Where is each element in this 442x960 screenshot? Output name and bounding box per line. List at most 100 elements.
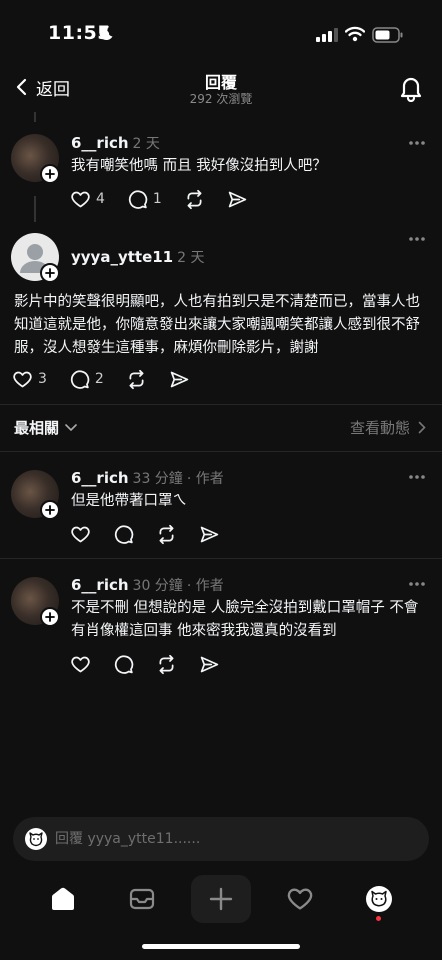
- view-activity-label: 查看動態: [349, 419, 410, 437]
- comment-icon: [128, 189, 148, 209]
- timestamp: 2 天: [177, 250, 205, 266]
- username[interactable]: 6__rich: [71, 134, 129, 152]
- comment-icon: [70, 369, 90, 389]
- share-button[interactable]: [169, 369, 190, 390]
- repost-icon: [159, 524, 174, 544]
- more-icon[interactable]: [408, 140, 426, 146]
- reply-count: 2: [94, 371, 104, 387]
- timestamp: 33 分鐘: [132, 471, 183, 487]
- bell-icon[interactable]: [398, 74, 424, 102]
- post-actions: 3 2: [12, 367, 212, 391]
- username[interactable]: yyya_ytte11: [71, 248, 173, 266]
- like-button[interactable]: [70, 524, 91, 545]
- follow-badge[interactable]: [40, 500, 60, 520]
- signal-icon: [316, 28, 338, 42]
- repost-button[interactable]: [184, 189, 205, 210]
- heart-icon: [71, 656, 90, 672]
- username[interactable]: 6__rich: [71, 469, 129, 487]
- share-button[interactable]: [199, 524, 220, 545]
- chevron-down-icon: [65, 423, 77, 431]
- share-button[interactable]: [199, 654, 220, 675]
- post[interactable]: 6__rich 2 天 我有嘲笑他嗎 而且 我好像沒拍到人吧？ 4 1: [0, 122, 442, 218]
- more-icon[interactable]: [408, 474, 426, 480]
- send-icon: [200, 526, 219, 542]
- author-badge: · 作者: [186, 578, 224, 594]
- like-button[interactable]: [70, 654, 91, 675]
- plus-icon: [45, 505, 55, 515]
- reply-bar[interactable]: [13, 817, 429, 861]
- plus-icon: [209, 887, 233, 911]
- sort-row: 最相關 查看動態: [0, 414, 442, 442]
- comment-button[interactable]: [113, 654, 134, 675]
- more-icon[interactable]: [408, 236, 426, 242]
- chevron-right-icon: [418, 421, 426, 434]
- post-text: 我有嘲笑他嗎 而且 我好像沒拍到人吧？: [71, 158, 327, 174]
- notification-dot: [376, 916, 381, 921]
- view-activity-link[interactable]: 查看動態: [350, 417, 426, 438]
- comment-button[interactable]: 2: [69, 369, 104, 390]
- nav-create[interactable]: [191, 875, 251, 923]
- bottom-nav: [0, 870, 442, 930]
- post[interactable]: yyya_ytte11 2 天 影片中的笑聲很明顯吧，人也有拍到只是不清楚而已，當…: [0, 222, 442, 404]
- sort-dropdown[interactable]: 最相關: [14, 417, 77, 438]
- follow-badge[interactable]: [40, 263, 60, 283]
- profile-icon: [29, 832, 43, 847]
- repost-button[interactable]: [156, 524, 177, 545]
- battery-icon: [372, 27, 403, 43]
- comment-icon: [114, 524, 134, 544]
- repost-button[interactable]: [156, 654, 177, 675]
- post-header: 6__rich 2 天: [71, 133, 160, 153]
- plus-icon: [45, 612, 55, 622]
- like-count: 4: [96, 191, 105, 207]
- post-text: 但是他帶著口罩ㄟ: [71, 493, 187, 509]
- nav-home[interactable]: [33, 870, 93, 928]
- share-button[interactable]: [227, 189, 248, 210]
- nav-activity[interactable]: [270, 870, 330, 928]
- more-icon[interactable]: [408, 581, 426, 587]
- author-badge: · 作者: [186, 471, 224, 487]
- profile-icon: [366, 886, 392, 912]
- post-text: 影片中的笑聲很明顯吧，人也有拍到只是不清楚而已，當事人也知道這就是他，你隨意發出…: [14, 294, 420, 356]
- send-icon: [170, 371, 189, 387]
- repost-button[interactable]: [126, 369, 147, 390]
- comment-button[interactable]: 1: [127, 189, 162, 210]
- post-header: 6__rich 30 分鐘 · 作者: [71, 575, 224, 595]
- user-avatar: [25, 828, 47, 850]
- like-button[interactable]: 4: [70, 189, 105, 210]
- reply-count: 1: [152, 191, 162, 207]
- follow-badge[interactable]: [40, 164, 60, 184]
- nav-inbox[interactable]: [112, 870, 172, 928]
- divider: [0, 558, 442, 559]
- heart-icon: [287, 888, 313, 910]
- plus-icon: [45, 268, 55, 278]
- username[interactable]: 6__rich: [71, 576, 129, 594]
- divider: [0, 451, 442, 452]
- send-icon: [200, 656, 219, 672]
- comment-icon: [114, 654, 134, 674]
- like-button[interactable]: 3: [12, 369, 47, 390]
- heart-icon: [71, 191, 90, 207]
- heart-icon: [71, 526, 90, 542]
- home-indicator: [142, 944, 300, 949]
- post-text: 不是不刪 但想說的是 人臉完全沒拍到戴口罩帽子 不會有肖像權這回事 他來密我我還…: [71, 600, 419, 639]
- reply-post[interactable]: 6__rich 33 分鐘 · 作者 但是他帶著口罩ㄟ: [0, 456, 442, 556]
- follow-badge[interactable]: [40, 607, 60, 627]
- comment-button[interactable]: [113, 524, 134, 545]
- post-header: yyya_ytte11 2 天: [71, 247, 204, 267]
- heart-icon: [13, 371, 32, 387]
- repost-icon: [187, 189, 202, 209]
- home-icon: [52, 887, 74, 910]
- timestamp: 2 天: [132, 136, 160, 152]
- reply-post[interactable]: 6__rich 30 分鐘 · 作者 不是不刪 但想說的是 人臉完全沒拍到戴口罩帽子…: [0, 563, 442, 693]
- reply-input[interactable]: [55, 825, 415, 853]
- wifi-icon: [345, 26, 365, 42]
- view-count: 292 次瀏覽: [189, 92, 253, 106]
- timestamp: 30 分鐘: [132, 578, 183, 594]
- send-icon: [228, 191, 247, 207]
- moon-icon: [99, 26, 113, 41]
- status-bar: 11:55: [0, 0, 442, 70]
- repost-icon: [129, 369, 144, 389]
- sort-label: 最相關: [14, 419, 60, 437]
- inbox-icon: [129, 888, 155, 910]
- divider: [0, 404, 442, 405]
